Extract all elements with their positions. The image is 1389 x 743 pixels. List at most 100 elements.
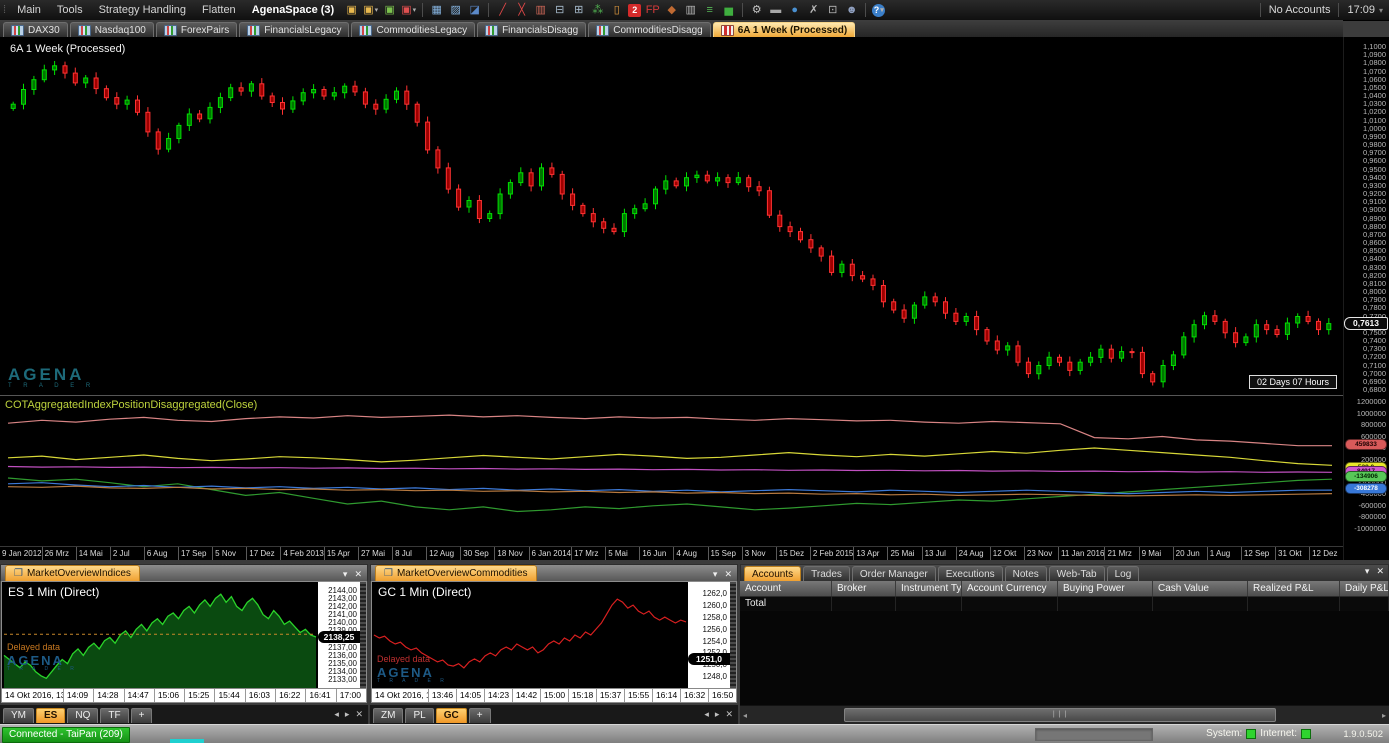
main-price-chart[interactable]: 6A 1 Week (Processed) AGENA T R A D E R … xyxy=(0,37,1343,395)
menu-tools[interactable]: Tools xyxy=(49,2,91,18)
workspace-grid-icon[interactable]: ⊞ xyxy=(570,3,587,18)
basket-icon[interactable]: ◆ xyxy=(663,3,680,18)
folder-new-icon[interactable]: ▣ xyxy=(343,3,360,18)
accounts-panel: AccountsTradesOrder ManagerExecutionsNot… xyxy=(740,561,1389,724)
menu-agenaspace-3[interactable]: AgenaSpace (3) xyxy=(244,2,343,18)
scrollbar-thumb[interactable]: | | | xyxy=(844,708,1276,722)
symbol-tab-gc[interactable]: GC xyxy=(436,708,467,723)
fp-icon[interactable]: FP xyxy=(644,3,661,18)
close-icon[interactable]: ✕ xyxy=(1376,566,1384,577)
accounts-table-header[interactable]: AccountBrokerInstrument TypeAccount Curr… xyxy=(740,581,1389,597)
workspace-tab-commoditieslegacy[interactable]: CommoditiesLegacy xyxy=(351,22,475,37)
table-edit-icon[interactable]: ▨ xyxy=(447,3,464,18)
dropdown-arrow-icon[interactable]: ▾ xyxy=(880,7,884,14)
users-icon[interactable]: ☻ xyxy=(843,3,860,18)
close-icon[interactable]: ✕ xyxy=(355,709,363,720)
scroll-left-icon[interactable]: ◂ xyxy=(334,709,339,720)
symbol-tab-add[interactable]: + xyxy=(131,708,153,723)
window-stack-icon[interactable]: ⊟ xyxy=(551,3,568,18)
market-overview-indices-panel: ❐ MarketOverviewIndices ▾ ✕ ES 1 Min (Di… xyxy=(0,561,368,724)
workspace-tab-6a-1-week-processed[interactable]: 6A 1 Week (Processed) xyxy=(713,22,856,37)
menu-strategy-handling[interactable]: Strategy Handling xyxy=(91,2,194,18)
minimize-icon[interactable]: ▾ xyxy=(1365,566,1370,577)
workspace-tab-nasdaq100[interactable]: Nasdaq100 xyxy=(70,22,154,37)
settings-gear-icon[interactable]: ⚙ xyxy=(748,3,765,18)
panel-tab-marketoverviewindices[interactable]: ❐ MarketOverviewIndices xyxy=(5,565,140,581)
accounts-tab-executions[interactable]: Executions xyxy=(938,566,1003,581)
clipboard-icon[interactable]: ▯ xyxy=(608,3,625,18)
symbol-tab-tf[interactable]: TF xyxy=(100,708,128,723)
scroll-right-icon[interactable]: ▸ xyxy=(1382,711,1386,720)
folder-open-icon[interactable]: ▣▾ xyxy=(362,3,379,18)
volume-bars-icon[interactable]: ▅ xyxy=(720,3,737,18)
candlestick-plot[interactable] xyxy=(0,37,1343,395)
es-price-axis[interactable]: 2144,002143,002142,002141,002140,002139,… xyxy=(318,582,360,688)
trendline-icon[interactable]: ╱ xyxy=(494,3,511,18)
row-cell xyxy=(896,597,962,611)
symbol-tab-es[interactable]: ES xyxy=(36,708,65,723)
scroll-right-icon[interactable]: ▸ xyxy=(345,709,350,720)
mini-chart-frame[interactable]: GC 1 Min (Direct) AGENA T R A D E R Dela… xyxy=(371,581,737,703)
workspace-tab-financialsdisagg[interactable]: FinancialsDisagg xyxy=(477,22,586,37)
scroll-right-icon[interactable]: ▸ xyxy=(715,709,720,720)
minimize-icon[interactable]: ▾ xyxy=(343,569,348,580)
symbol-tab-nq[interactable]: NQ xyxy=(67,708,98,723)
workspace-tab-dax30[interactable]: DAX30 xyxy=(3,22,68,37)
gc-price-axis[interactable]: 1262,01260,01258,01256,01254,01252,01250… xyxy=(688,582,730,688)
accounts-tab-trades[interactable]: Trades xyxy=(803,566,850,581)
tools-icon[interactable]: ✗ xyxy=(805,3,822,18)
scroll-left-icon[interactable]: ◂ xyxy=(743,711,747,720)
close-icon[interactable]: ✕ xyxy=(724,569,732,580)
globe-user-icon[interactable]: ● xyxy=(786,3,803,18)
folder-save-icon[interactable]: ▣ xyxy=(381,3,398,18)
accounts-tab-notes[interactable]: Notes xyxy=(1005,566,1047,581)
cot-indicator-panel[interactable]: COTAggregatedIndexPositionDisaggregated(… xyxy=(0,395,1343,546)
help-icon[interactable]: ?▾ xyxy=(872,4,885,17)
alerts-count-icon[interactable]: 2 xyxy=(628,4,641,17)
dropdown-arrow-icon[interactable]: ▾ xyxy=(375,7,379,14)
toolbar-grip-handle[interactable]: ⁞ xyxy=(0,4,9,16)
time-axis-label: 15:37 xyxy=(596,689,624,702)
mini-chart-frame[interactable]: ES 1 Min (Direct) AGENA T R A D E R Dela… xyxy=(1,581,367,703)
close-icon[interactable]: ✕ xyxy=(354,569,362,580)
panel-tab-marketoverviewcommodities[interactable]: ❐ MarketOverviewCommodities xyxy=(375,565,537,581)
date-axis[interactable]: 9 Jan 201226 Mrz14 Mai2 Jul6 Aug17 Sep5 … xyxy=(0,546,1343,560)
chart-columns-icon[interactable]: ▥ xyxy=(532,3,549,18)
connection-icon[interactable]: ▬ xyxy=(767,3,784,18)
multi-chart-icon[interactable]: ╳ xyxy=(513,3,530,18)
data-table-icon[interactable]: ▦ xyxy=(428,3,445,18)
menu-flatten[interactable]: Flatten xyxy=(194,2,244,18)
column-layout-icon[interactable]: ▥ xyxy=(682,3,699,18)
mini-chart-scrollbar[interactable] xyxy=(730,582,736,688)
menu-main[interactable]: Main xyxy=(9,2,49,18)
horizontal-scrollbar[interactable]: ◂ | | | ▸ xyxy=(740,705,1389,724)
symbol-tab-zm[interactable]: ZM xyxy=(373,708,403,723)
eraser-icon[interactable]: ◪ xyxy=(466,3,483,18)
scroll-left-icon[interactable]: ◂ xyxy=(704,709,709,720)
accounts-total-row[interactable]: Total xyxy=(740,597,1389,612)
date-axis-label: 12 Okt xyxy=(990,547,1024,560)
close-icon[interactable]: ✕ xyxy=(725,709,733,720)
minimize-icon[interactable]: ▾ xyxy=(713,569,718,580)
toolbar-overflow-icon[interactable]: ▾ xyxy=(1379,6,1383,15)
workspace-tab-commoditiesdisagg[interactable]: CommoditiesDisagg xyxy=(588,22,710,37)
accounts-tab-log[interactable]: Log xyxy=(1107,566,1140,581)
dropdown-arrow-icon[interactable]: ▾ xyxy=(413,7,417,14)
workstation-icon[interactable]: ⊡ xyxy=(824,3,841,18)
symbol-tab-add[interactable]: + xyxy=(469,708,491,723)
internet-label: Internet: xyxy=(1260,728,1297,739)
price-axis[interactable]: 1,10001,09001,08001,07001,06001,05001,04… xyxy=(1343,37,1389,560)
symbol-tab-pl[interactable]: PL xyxy=(405,708,433,723)
cot-lines-plot[interactable] xyxy=(0,396,1343,546)
symbol-tab-ym[interactable]: YM xyxy=(3,708,34,723)
folder-delete-icon[interactable]: ▣▾ xyxy=(400,3,417,18)
column-header: Account Currency xyxy=(962,581,1058,596)
accounts-tab-web-tab[interactable]: Web-Tab xyxy=(1049,566,1105,581)
share-icon[interactable]: ⁂ xyxy=(589,3,606,18)
accounts-tab-accounts[interactable]: Accounts xyxy=(744,566,801,581)
accounts-tab-order-manager[interactable]: Order Manager xyxy=(852,566,936,581)
server-icon[interactable]: ≡ xyxy=(701,3,718,18)
workspace-tab-forexpairs[interactable]: ForexPairs xyxy=(156,22,237,37)
mini-chart-scrollbar[interactable] xyxy=(360,582,366,688)
workspace-tab-financialslegacy[interactable]: FinancialsLegacy xyxy=(239,22,349,37)
